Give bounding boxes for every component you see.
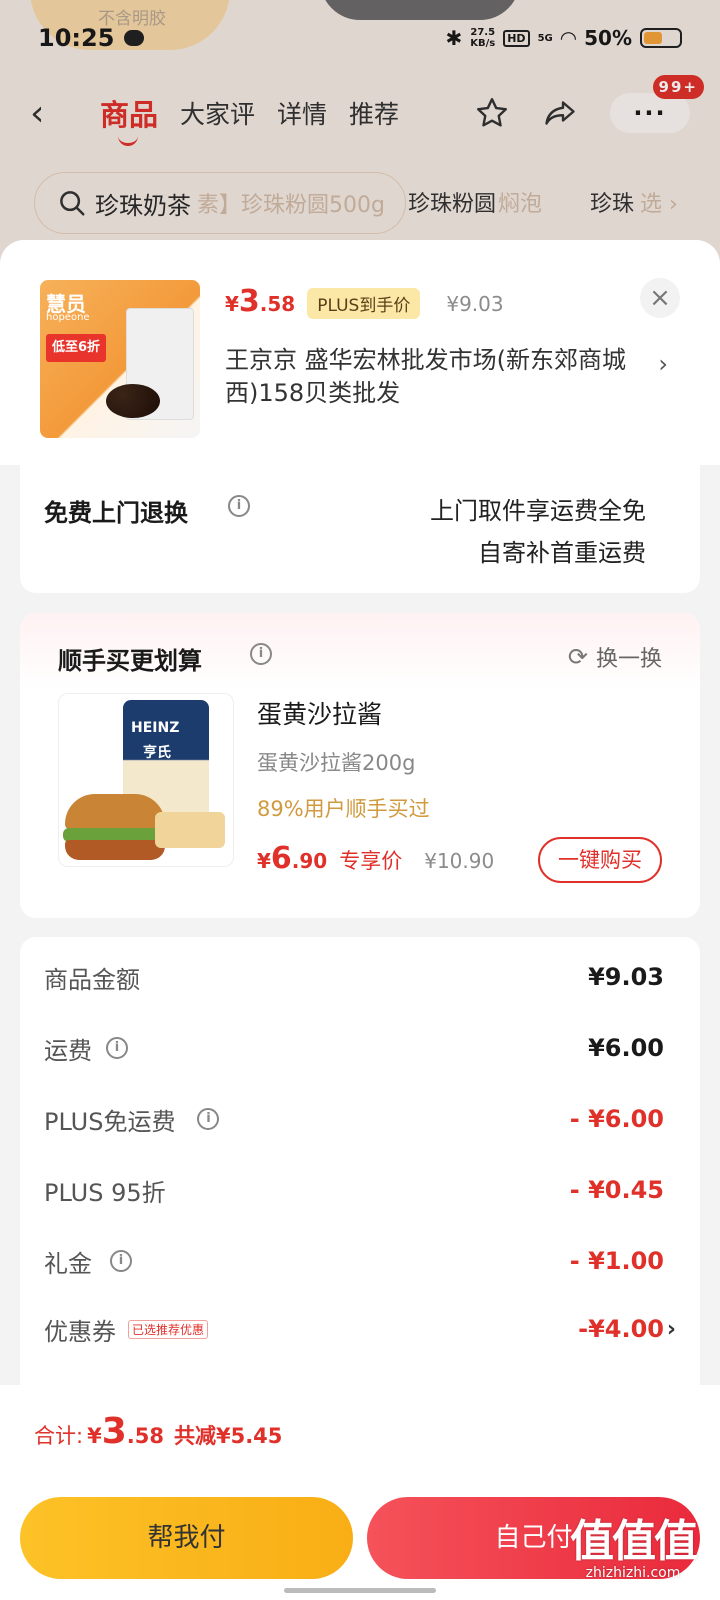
one-click-buy-button[interactable]: 一键购买	[538, 837, 662, 883]
summary-label: 礼金	[44, 1249, 92, 1278]
product-image-brand-en: hopeone	[46, 312, 90, 323]
return-title: 免费上门退换	[44, 499, 188, 527]
seller-address[interactable]: 王京京 盛华宏林批发市场(新东郊商城西)158贝类批发	[225, 344, 645, 410]
summary-value: ¥6.00	[588, 1034, 664, 1062]
close-button[interactable]: ×	[640, 278, 680, 318]
summary-row: 运费 i ¥6.00	[44, 1028, 664, 1068]
addon-name[interactable]: 蛋黄沙拉酱	[257, 695, 382, 731]
price-currency: ¥	[225, 292, 239, 316]
total-decimal: .58	[126, 1424, 164, 1448]
burger-bottom	[65, 840, 165, 860]
info-icon[interactable]: i	[110, 1250, 132, 1272]
product-image-pearls	[106, 384, 160, 418]
summary-value: - ¥1.00	[569, 1247, 664, 1275]
info-icon[interactable]: i	[250, 643, 272, 665]
summary-value: -¥4.00	[578, 1315, 664, 1343]
addon-spec: 蛋黄沙拉酱200g	[257, 751, 416, 775]
return-policy-card: 免费上门退换 i 上门取件享运费全免 自寄补首重运费	[20, 465, 700, 593]
product-header: 慧员 hopeone 低至6折 ¥ 3 .58 PLUS到手价 ¥9.03 × …	[0, 240, 720, 465]
total-saved: 共减¥5.45	[173, 1424, 283, 1448]
addon-bought-stat: 89%用户顺手买过	[257, 797, 430, 821]
product-image-badge: 低至6折	[46, 334, 106, 362]
summary-row: PLUS 95折 - ¥0.45	[44, 1170, 664, 1210]
addon-price-integer: 6	[270, 841, 292, 876]
total-currency: ¥	[87, 1424, 102, 1448]
burger-bun	[65, 794, 165, 830]
total-bar: 合计: ¥ 3 .58 共减¥5.45	[0, 1385, 720, 1477]
coupon-row[interactable]: 优惠券 已选推荐优惠 -¥4.00 ›	[44, 1309, 676, 1349]
price-summary-card: 商品金额 ¥9.03 运费 i ¥6.00 PLUS免运费 i - ¥6.00 …	[20, 937, 700, 1407]
swap-label: 换一换	[595, 647, 662, 672]
product-image: 慧员 hopeone 低至6折	[40, 280, 200, 438]
help-me-pay-button[interactable]: 帮我付	[20, 1497, 353, 1579]
summary-value: - ¥6.00	[569, 1105, 664, 1133]
return-line-2: 自寄补首重运费	[478, 539, 646, 567]
checkout-sheet: 慧员 hopeone 低至6折 ¥ 3 .58 PLUS到手价 ¥9.03 × …	[0, 240, 720, 1600]
swap-button[interactable]: ⟳ 换一换	[568, 641, 662, 673]
sauce-brand-cn: 亨氏	[143, 745, 171, 761]
info-icon[interactable]: i	[197, 1108, 220, 1130]
summary-value: ¥9.03	[588, 963, 664, 991]
price-decimal: .58	[259, 292, 296, 316]
product-price: ¥ 3 .58 PLUS到手价 ¥9.03	[225, 284, 504, 319]
summary-label: PLUS免运费	[44, 1107, 176, 1136]
addon-exclusive-label: 专享价	[339, 849, 403, 873]
price-integer: 3	[238, 284, 260, 319]
chevron-right-icon: ›	[666, 1316, 676, 1342]
summary-row: 礼金 i - ¥1.00	[44, 1241, 664, 1281]
chevron-right-icon[interactable]: ›	[658, 350, 668, 378]
return-line-1: 上门取件享运费全免	[430, 497, 646, 525]
home-indicator[interactable]	[284, 1588, 436, 1593]
plus-price-tag: PLUS到手价	[307, 288, 421, 319]
addon-price-currency: ¥	[257, 849, 271, 873]
summary-label: PLUS 95折	[44, 1178, 166, 1207]
info-icon[interactable]: i	[106, 1037, 128, 1059]
sandwich	[155, 812, 225, 848]
total-integer: 3	[101, 1411, 127, 1452]
watermark: 值值值 zhizhizhi.com	[570, 1505, 698, 1581]
summary-label: 商品金额	[44, 965, 140, 994]
summary-row: 商品金额 ¥9.03	[44, 957, 664, 997]
addon-product-image[interactable]: HEINZ 亨氏	[58, 693, 234, 867]
addon-price: ¥ 6 .90 专享价 ¥10.90	[257, 841, 494, 876]
original-price: ¥9.03	[446, 292, 504, 316]
addon-card: 顺手买更划算 i ⟳ 换一换 HEINZ 亨氏 蛋黄沙拉酱 蛋黄沙拉酱200g …	[20, 613, 700, 918]
total-label: 合计:	[34, 1424, 84, 1448]
summary-label: 运费	[44, 1036, 92, 1065]
summary-label: 优惠券	[44, 1317, 116, 1346]
refresh-icon: ⟳	[567, 643, 588, 671]
addon-price-decimal: .90	[291, 849, 328, 873]
info-icon[interactable]: i	[228, 495, 250, 517]
summary-row: PLUS免运费 i - ¥6.00	[44, 1099, 664, 1139]
coupon-tag: 已选推荐优惠	[128, 1319, 209, 1339]
watermark-logo: 值值值	[570, 1516, 698, 1567]
sauce-brand: HEINZ	[131, 720, 180, 736]
addon-title: 顺手买更划算	[58, 647, 202, 675]
watermark-url: zhizhizhi.com	[585, 1565, 681, 1581]
addon-original-price: ¥10.90	[424, 849, 495, 873]
summary-value: - ¥0.45	[569, 1176, 664, 1204]
